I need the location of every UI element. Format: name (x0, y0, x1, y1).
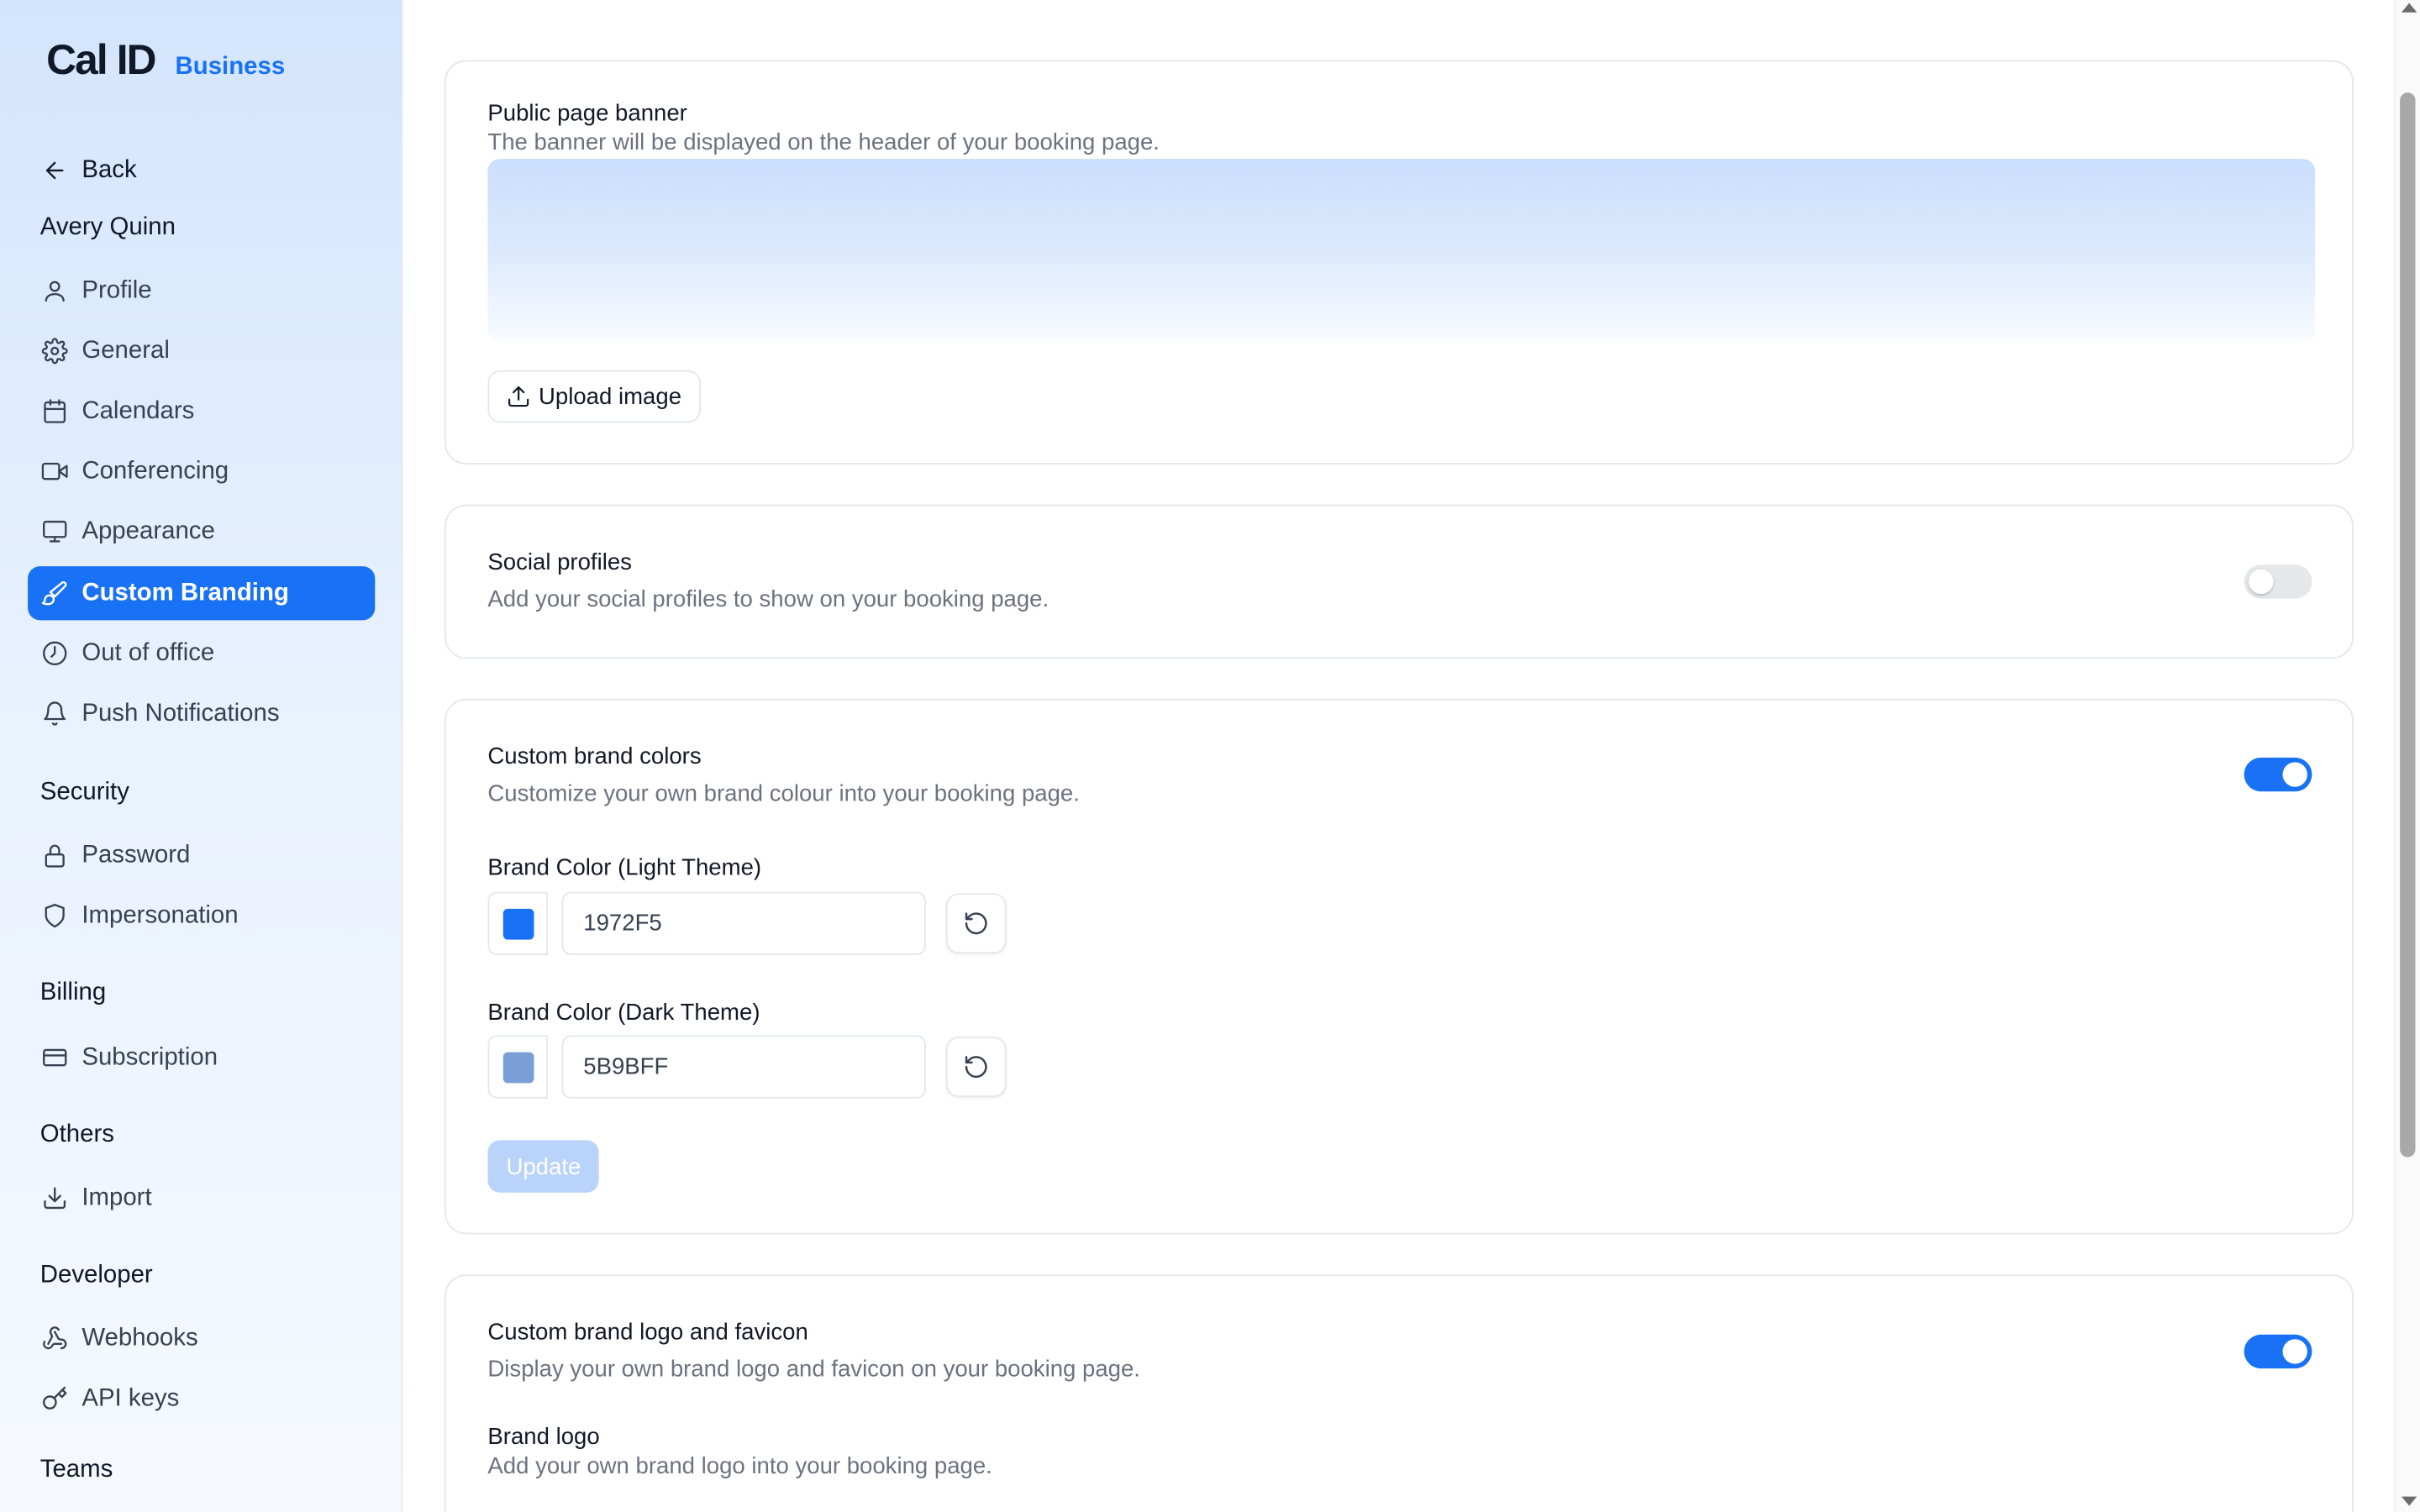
sidebar-item-label: Out of office (82, 639, 215, 666)
sidebar-item-label: API keys (82, 1384, 180, 1411)
logo-wordmark: Cal ID (46, 37, 156, 84)
clock-icon (40, 639, 68, 667)
sidebar-item-label: General (82, 337, 170, 364)
sidebar-item-push-notifications[interactable]: Push Notifications (28, 686, 375, 740)
social-profiles-card: Social profiles Add your social profiles… (444, 504, 2354, 659)
key-icon (40, 1384, 68, 1412)
sidebar-item-label: Calendars (82, 396, 195, 424)
social-profiles-title: Social profiles (487, 549, 632, 576)
sidebar-item-webhooks[interactable]: Webhooks (28, 1311, 375, 1365)
app-logo[interactable]: Cal ID Business (46, 37, 285, 85)
sidebar-item-label: Import (82, 1184, 152, 1210)
sidebar-section-others: Others (39, 1121, 114, 1148)
upload-image-label: Upload image (539, 383, 682, 410)
back-label: Back (82, 156, 137, 183)
banner-description: The banner will be displayed on the head… (487, 129, 1160, 156)
sidebar-item-label: Password (82, 841, 191, 869)
calendar-icon (40, 397, 68, 425)
light-theme-label: Brand Color (Light Theme) (487, 854, 762, 881)
sidebar-section-security: Security (39, 779, 129, 806)
scroll-up-arrow-icon[interactable] (2401, 3, 2417, 13)
sidebar-item-import[interactable]: Import (28, 1171, 375, 1225)
light-color-picker[interactable] (487, 891, 549, 955)
upload-image-button[interactable]: Upload image (487, 370, 701, 423)
brand-logo-label: Brand logo (487, 1424, 600, 1451)
sidebar-item-api-keys[interactable]: API keys (28, 1372, 375, 1425)
sidebar-item-label: Appearance (82, 517, 215, 544)
sidebar-item-general[interactable]: General (28, 324, 375, 378)
brand-logo-card: Custom brand logo and favicon Display yo… (444, 1274, 2354, 1512)
upload-icon (508, 386, 529, 407)
sidebar-user-name: Avery Quinn (39, 214, 176, 241)
dark-color-swatch (502, 1051, 534, 1083)
banner-title: Public page banner (487, 100, 687, 127)
brand-colors-description: Customize your own brand colour into you… (487, 780, 1080, 807)
webhook-icon (40, 1325, 68, 1352)
social-profiles-toggle[interactable] (2244, 564, 2312, 599)
sidebar-item-subscription[interactable]: Subscription (28, 1031, 375, 1084)
sidebar-item-conferencing[interactable]: Conferencing (28, 444, 375, 498)
monitor-icon (40, 517, 68, 545)
scroll-thumb[interactable] (2400, 92, 2416, 1158)
sidebar-item-appearance[interactable]: Appearance (28, 505, 375, 559)
banner-card: Public page banner The banner will be di… (444, 60, 2354, 465)
logo-tier-label: Business (175, 54, 286, 81)
reset-icon (965, 912, 987, 935)
sidebar-item-custom-branding[interactable]: Custom Branding (28, 566, 376, 621)
main-content: Public page banner The banner will be di… (402, 0, 2393, 1512)
sidebar-section-billing: Billing (39, 979, 107, 1006)
download-icon (40, 1184, 68, 1212)
brand-colors-title: Custom brand colors (487, 743, 702, 770)
scroll-down-arrow-icon[interactable] (2401, 1496, 2417, 1506)
toggle-knob (2282, 762, 2307, 787)
light-color-input[interactable] (561, 891, 927, 955)
brand-colors-card: Custom brand colors Customize your own b… (444, 699, 2354, 1235)
social-profiles-description: Add your social profiles to show on your… (487, 585, 1050, 613)
dark-theme-label: Brand Color (Dark Theme) (487, 1000, 760, 1026)
sidebar-item-label: Custom Branding (82, 579, 289, 606)
bell-icon (40, 700, 68, 727)
update-button[interactable]: Update (487, 1140, 600, 1193)
reset-icon (965, 1056, 987, 1079)
sidebar-item-label: Impersonation (82, 901, 239, 928)
sidebar-item-label: Push Notifications (82, 699, 280, 727)
page-scrollbar[interactable] (2393, 0, 2420, 1512)
brand-logo-card-description: Display your own brand logo and favicon … (487, 1356, 1140, 1383)
dark-color-picker[interactable] (487, 1035, 549, 1099)
sidebar-item-password[interactable]: Password (28, 828, 375, 882)
sidebar-item-label: Subscription (82, 1043, 218, 1070)
credit-card-icon (40, 1044, 68, 1072)
toggle-knob (2249, 569, 2274, 595)
dark-color-input[interactable] (561, 1035, 927, 1099)
sidebar-item-profile[interactable]: Profile (28, 264, 375, 318)
back-button[interactable]: Back (28, 144, 375, 197)
video-icon (40, 458, 68, 486)
gear-icon (40, 337, 68, 365)
banner-preview (487, 159, 2316, 341)
sidebar-item-label: Webhooks (82, 1324, 198, 1352)
brush-icon (40, 580, 68, 607)
user-icon (40, 277, 68, 305)
brand-logo-toggle[interactable] (2244, 1334, 2312, 1369)
brand-logo-card-title: Custom brand logo and favicon (487, 1319, 808, 1346)
toggle-knob (2282, 1339, 2307, 1364)
brand-logo-description: Add your own brand logo into your bookin… (487, 1453, 992, 1480)
light-color-reset-button[interactable] (945, 893, 1007, 954)
shield-icon (40, 902, 68, 930)
sidebar-item-calendars[interactable]: Calendars (28, 384, 375, 438)
sidebar: Cal ID Business Back Avery Quinn Profile… (0, 0, 403, 1512)
sidebar-item-label: Profile (82, 276, 152, 303)
light-color-swatch (502, 907, 534, 939)
arrow-left-icon (40, 156, 68, 184)
brand-colors-toggle[interactable] (2244, 757, 2312, 792)
sidebar-item-label: Conferencing (82, 457, 229, 484)
dark-color-reset-button[interactable] (945, 1037, 1007, 1097)
sidebar-section-teams: Teams (39, 1456, 113, 1483)
sidebar-item-out-of-office[interactable]: Out of office (28, 627, 375, 680)
sidebar-item-impersonation[interactable]: Impersonation (28, 889, 375, 942)
sidebar-section-developer: Developer (39, 1262, 153, 1289)
lock-icon (40, 842, 68, 869)
